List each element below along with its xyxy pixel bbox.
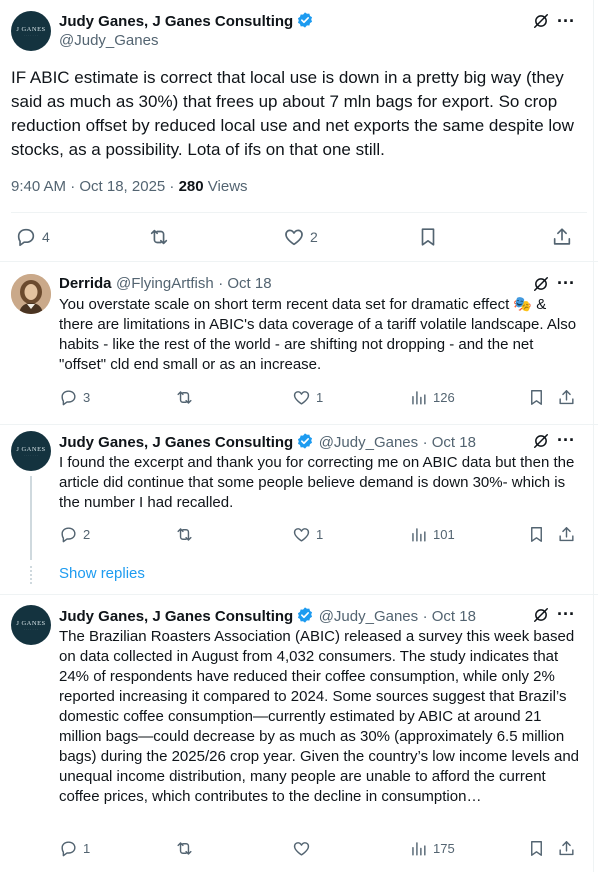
avatar[interactable]: J GANES · · · · · · · [11,605,51,645]
author-name[interactable]: Judy Ganes, J Ganes Consulting [59,608,293,625]
share-icon [557,839,576,858]
verified-icon [296,432,314,450]
post-timestamp[interactable]: 9:40 AM · Oct 18, 2025 · [11,178,179,195]
repost-icon [148,226,170,248]
like-count: 2 [310,229,318,245]
like-button[interactable]: 1 [292,388,323,407]
like-button[interactable] [292,839,316,858]
repost-button[interactable] [148,226,175,248]
share-button[interactable] [557,839,576,858]
author-handle[interactable]: @Judy_Ganes [319,434,418,451]
repost-button[interactable] [175,839,194,858]
post-date[interactable]: · Oct 18 [423,608,476,625]
reply-button[interactable]: 4 [15,226,50,248]
views-icon [409,525,428,544]
more-icon[interactable]: ··· [557,430,575,451]
post-body: You overstate scale on short term recent… [59,296,577,373]
author-name[interactable]: Derrida [59,275,112,292]
repost-button[interactable] [175,388,194,407]
reply-icon [59,388,78,407]
reply-count: 2 [83,527,91,542]
show-replies-link[interactable]: Show replies [59,565,145,582]
reply-count: 1 [83,841,91,856]
views-count: 280 [178,178,204,195]
more-icon[interactable]: ··· [557,273,575,294]
like-button[interactable]: 2 [283,226,318,248]
views-button[interactable]: 126 [409,388,455,407]
like-icon [283,226,305,248]
views-count: 126 [433,390,455,405]
reply-icon [15,226,37,248]
like-icon [292,388,311,407]
bookmark-icon [527,388,546,407]
bookmark-icon [527,839,546,858]
like-button[interactable]: 1 [292,525,323,544]
author-handle[interactable]: @Judy_Ganes [59,32,158,49]
thread-line [30,476,32,560]
repost-icon [175,525,194,544]
post-body: IF ABIC estimate is correct that local u… [11,68,574,159]
post-body: The Brazilian Roasters Association (ABIC… [59,628,580,805]
bookmark-icon [527,525,546,544]
share-button[interactable] [557,388,576,407]
author-name[interactable]: Judy Ganes, J Ganes Consulting [59,434,293,451]
author-handle[interactable]: @FlyingArtfish [116,275,214,292]
avatar[interactable] [11,274,51,314]
views-icon [409,839,428,858]
share-icon [557,388,576,407]
reply-button[interactable]: 1 [59,839,90,858]
post-body: I found the excerpt and thank you for co… [59,454,575,511]
views-button[interactable]: 101 [409,525,455,544]
views-count: 175 [433,841,455,856]
reply-count: 4 [42,229,50,245]
share-icon [557,525,576,544]
reply-button[interactable]: 3 [59,388,90,407]
avatar[interactable]: J GANES · · · · · · · [11,431,51,471]
more-icon[interactable]: ··· [557,11,575,32]
bookmark-button[interactable] [527,388,546,407]
repost-icon [175,839,194,858]
like-count: 1 [316,390,324,405]
views-button[interactable]: 175 [409,839,455,858]
post-meta: 9:40 AM · Oct 18, 2025 · 280 Views [11,178,248,195]
post-date[interactable]: · Oct 18 [423,434,476,451]
grok-icon[interactable] [531,11,551,36]
thread-dots [30,566,32,584]
avatar-portrait [11,274,51,314]
like-count: 1 [316,527,324,542]
views-count: 101 [433,527,455,542]
verified-icon [296,606,314,624]
views-icon [409,388,428,407]
like-icon [292,839,311,858]
verified-icon [296,11,314,29]
share-button[interactable] [557,525,576,544]
share-icon [551,226,573,248]
repost-button[interactable] [175,525,194,544]
bookmark-button[interactable] [417,226,439,248]
reply-icon [59,525,78,544]
reply-button[interactable]: 2 [59,525,90,544]
author-name[interactable]: Judy Ganes, J Ganes Consulting [59,13,293,30]
views-label: Views [203,178,248,195]
more-icon[interactable]: ··· [557,604,575,625]
reply-count: 3 [83,390,91,405]
bookmark-button[interactable] [527,839,546,858]
avatar[interactable]: J GANES · · · · · · · [11,11,51,51]
like-icon [292,525,311,544]
share-button[interactable] [551,226,573,248]
author-handle[interactable]: @Judy_Ganes [319,608,418,625]
post-date[interactable]: · Oct 18 [218,275,271,292]
bookmark-button[interactable] [527,525,546,544]
reply-icon [59,839,78,858]
repost-icon [175,388,194,407]
bookmark-icon [417,226,439,248]
